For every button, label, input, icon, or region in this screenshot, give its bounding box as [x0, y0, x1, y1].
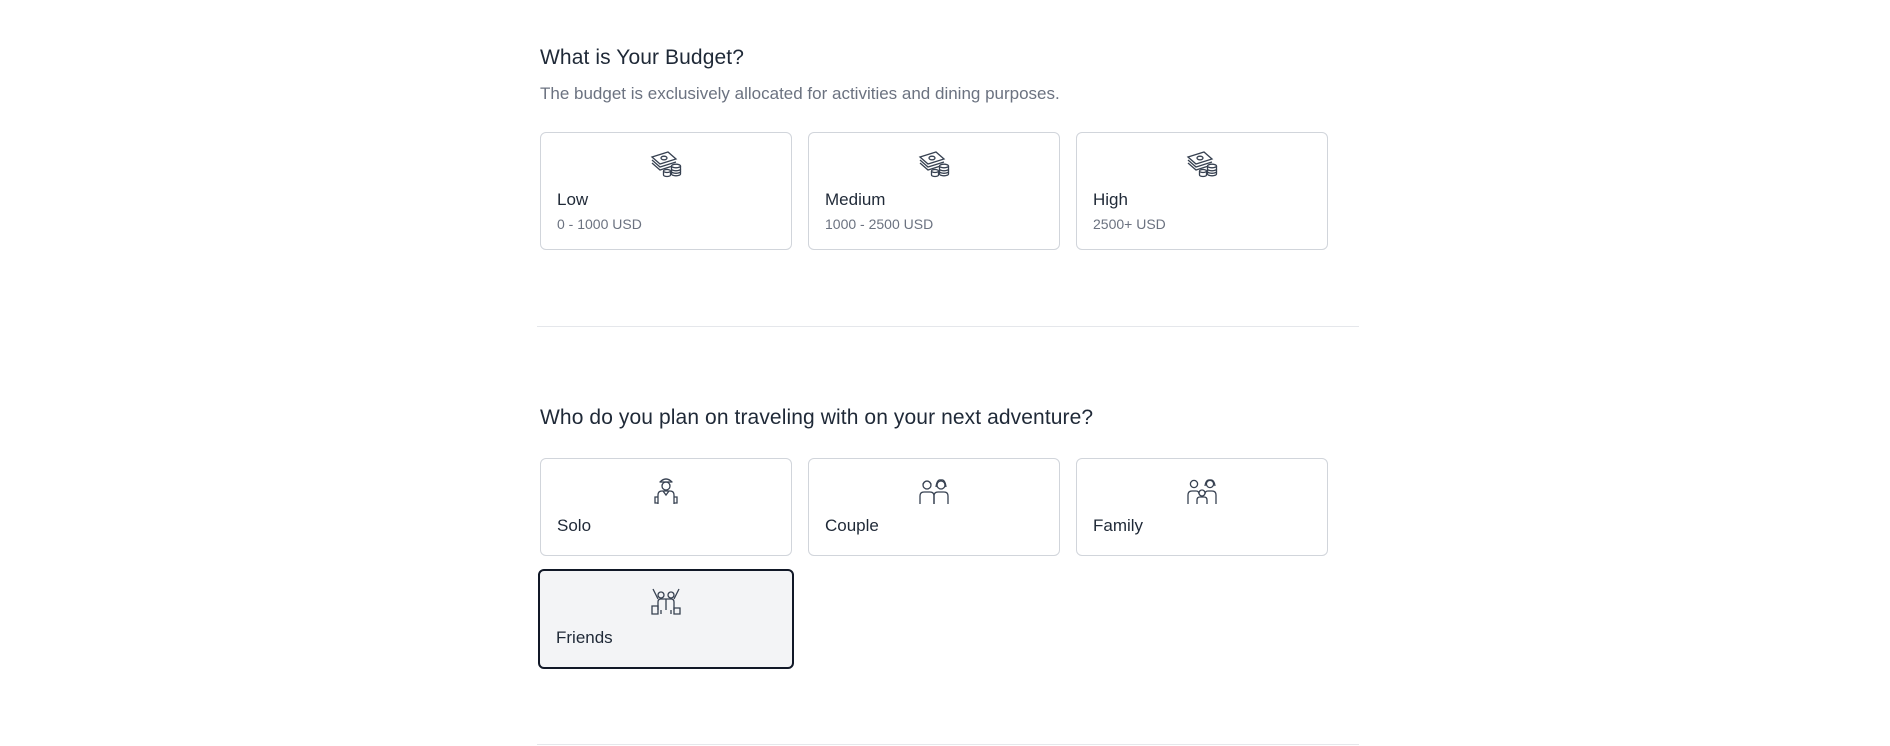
travel-option-label: Friends	[556, 628, 613, 647]
budget-option-label: High	[1093, 190, 1128, 209]
travel-option-family[interactable]: Family	[1076, 458, 1328, 556]
budget-option-medium[interactable]: Medium 1000 - 2500 USD	[808, 132, 1060, 250]
couple-icon	[917, 475, 951, 505]
money-stack-icon	[917, 149, 951, 179]
travel-option-solo[interactable]: Solo	[540, 458, 792, 556]
budget-subtitle: The budget is exclusively allocated for …	[540, 84, 1060, 103]
travel-option-couple[interactable]: Couple	[808, 458, 1060, 556]
section-divider	[537, 326, 1359, 327]
budget-option-label: Low	[557, 190, 589, 209]
budget-option-high[interactable]: High 2500+ USD	[1076, 132, 1328, 250]
budget-option-range: 2500+ USD	[1093, 216, 1166, 232]
section-divider	[537, 744, 1359, 745]
budget-title: What is Your Budget?	[540, 46, 744, 69]
money-stack-icon	[649, 149, 683, 179]
budget-option-label: Medium	[825, 190, 886, 209]
travel-companion-options: Solo Couple Family Friends	[538, 458, 1360, 669]
travel-option-friends[interactable]: Friends	[538, 569, 794, 669]
budget-options: Low 0 - 1000 USD Medium 1000 - 2500 USD …	[540, 132, 1360, 250]
money-stack-icon	[1185, 149, 1219, 179]
budget-option-low[interactable]: Low 0 - 1000 USD	[540, 132, 792, 250]
travel-companions-title: Who do you plan on traveling with on you…	[540, 406, 1094, 429]
friends-icon	[649, 586, 683, 616]
travel-companions-section: Who do you plan on traveling with on you…	[538, 404, 1360, 669]
travel-option-label: Couple	[825, 516, 879, 535]
trip-preferences-page: What is Your Budget? The budget is exclu…	[0, 0, 1890, 746]
solo-traveler-icon	[649, 475, 683, 505]
budget-option-range: 1000 - 2500 USD	[825, 216, 934, 232]
budget-option-range: 0 - 1000 USD	[557, 216, 642, 232]
family-icon	[1185, 475, 1219, 505]
travel-option-label: Family	[1093, 516, 1144, 535]
budget-section: What is Your Budget? The budget is exclu…	[540, 44, 1360, 250]
travel-option-label: Solo	[557, 516, 592, 535]
